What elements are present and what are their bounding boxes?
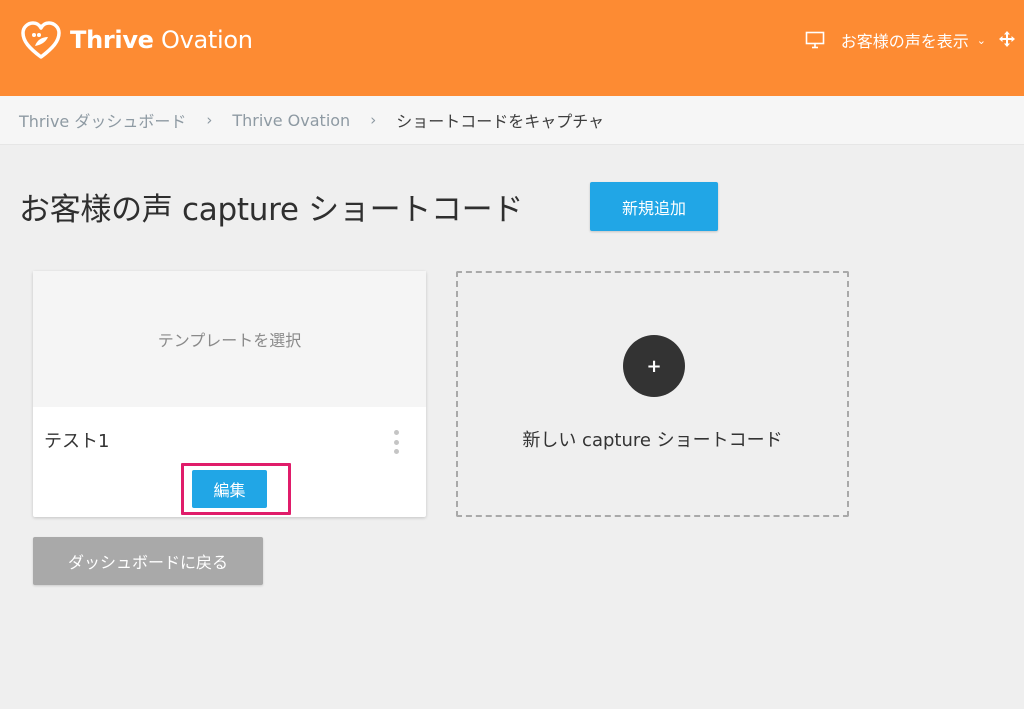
plus-icon[interactable]: + <box>623 335 685 397</box>
more-vertical-icon[interactable] <box>391 430 401 454</box>
breadcrumb-separator: › <box>370 111 377 129</box>
new-capture-shortcode-label: 新しい capture ショートコード <box>522 430 783 451</box>
back-to-dashboard-button[interactable]: ダッシュボードに戻る <box>33 537 263 585</box>
move-arrows-icon[interactable] <box>998 30 1016 48</box>
breadcrumb-thrive-ovation[interactable]: Thrive Ovation <box>232 111 350 130</box>
add-new-button[interactable]: 新規追加 <box>590 182 718 231</box>
breadcrumb-separator: › <box>206 111 213 129</box>
view-testimonials-label: お客様の声を表示 <box>840 32 969 51</box>
thrive-ovation-logo[interactable]: Thrive Ovation <box>20 20 253 60</box>
breadcrumb-thrive-dashboard[interactable]: Thrive ダッシュボード <box>19 108 186 132</box>
shortcode-card: テンプレートを選択 テスト1 編集 <box>33 271 426 517</box>
header-nav: お客様の声を表示 ⌄ <box>805 24 1024 56</box>
brand-bold: Thrive <box>70 26 154 54</box>
view-testimonials-menu[interactable]: お客様の声を表示 ⌄ <box>805 28 986 52</box>
page-title: お客様の声 capture ショートコード <box>19 192 524 228</box>
edit-button[interactable]: 編集 <box>192 470 267 508</box>
brand-name: Thrive Ovation <box>70 26 253 54</box>
template-select-text: テンプレートを選択 <box>157 331 302 350</box>
top-bar: Thrive Ovation お客様の声を表示 ⌄ <box>0 0 1024 96</box>
shortcode-name: テスト1 <box>44 431 110 452</box>
breadcrumb-current-page: ショートコードをキャプチャ <box>396 112 605 131</box>
new-capture-shortcode-card[interactable]: + 新しい capture ショートコード <box>456 271 849 517</box>
monitor-icon <box>805 31 825 49</box>
template-select-area[interactable]: テンプレートを選択 <box>33 271 426 407</box>
heart-leaf-icon <box>21 21 61 59</box>
chevron-down-icon: ⌄ <box>976 33 986 47</box>
breadcrumb: Thrive ダッシュボード › Thrive Ovation › ショートコー… <box>0 96 1024 145</box>
brand-light: Ovation <box>161 26 253 54</box>
